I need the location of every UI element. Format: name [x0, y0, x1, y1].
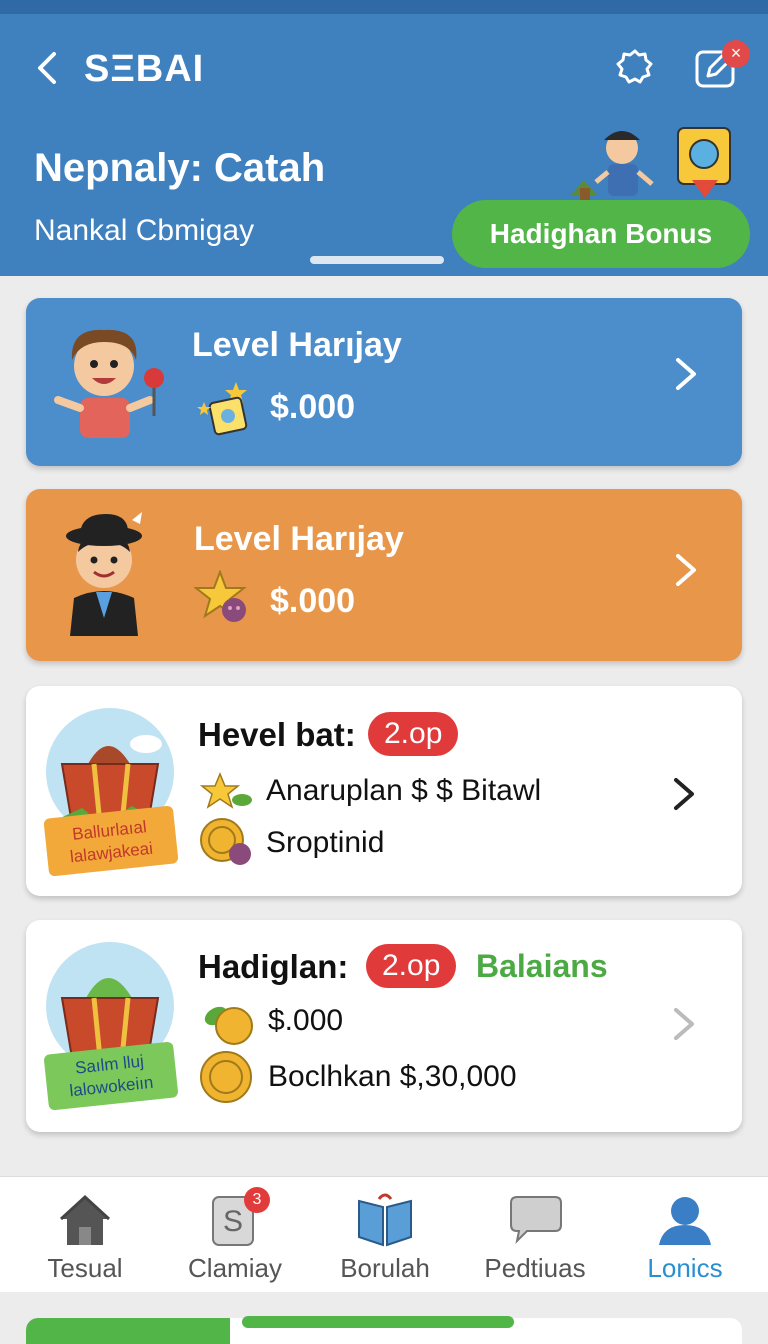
gift-basket-icon: Saılm lluj lalowokeiın [44, 942, 178, 1110]
ticket-icon [197, 382, 248, 436]
app-title: SΞBAI [84, 48, 205, 90]
tab-label: Clamiay [188, 1253, 282, 1283]
profile-icon [659, 1197, 711, 1245]
page-title: Nepnaly: Catah [34, 146, 326, 190]
boy-avatar-icon [54, 329, 164, 438]
chevron-right-icon[interactable] [672, 550, 702, 590]
count-pill: 2.op [366, 944, 457, 988]
tab-label: Tesual [47, 1253, 123, 1283]
carousel-indicator [310, 256, 444, 264]
tab-label: Pedtiuas [484, 1253, 586, 1283]
bottom-tab-bar: Tesual S 3 Clamiay Borulah Pedtiuas Loni… [0, 1176, 768, 1292]
page-subtitle: Nankal Cbmigay [34, 214, 255, 247]
chevron-right-icon[interactable] [670, 1004, 700, 1044]
book-icon [358, 1193, 412, 1247]
tab-badge: 3 [244, 1187, 270, 1213]
reward-line: Sroptinid [266, 826, 385, 859]
tab-borulah[interactable]: Borulah [310, 1177, 460, 1293]
card-title: Level Harıjay [192, 326, 402, 364]
chat-icon [510, 1196, 562, 1245]
chevron-right-icon[interactable] [672, 354, 702, 394]
status-bar [0, 0, 768, 14]
coin-leaf-icon [204, 1006, 253, 1045]
tab-clamiay[interactable]: S 3 Clamiay [160, 1177, 310, 1293]
reward-line: $.000 [268, 1004, 344, 1037]
back-arrow-icon[interactable] [30, 48, 66, 88]
card-title: Level Harıjay [194, 520, 404, 558]
coin-icon [200, 818, 251, 865]
reward-title: Hevel bat: [198, 716, 356, 753]
star-gem-icon [194, 570, 247, 622]
card-amount: $.000 [270, 388, 356, 426]
next-card-peek-accent [26, 1318, 230, 1344]
gear-icon[interactable] [614, 46, 656, 88]
reward-title: Hadiglan: [198, 948, 349, 985]
tab-label: Lonics [647, 1253, 723, 1283]
tab-pedtiuas[interactable]: Pedtiuas [460, 1177, 610, 1293]
reward-line: Anaruplan $ $ Bitawl [266, 774, 542, 807]
coin-icon [200, 1051, 252, 1103]
boy-hat-avatar-icon [66, 512, 142, 636]
balance-label: Balaians [476, 948, 608, 984]
bonus-button[interactable]: Hadighan Bonus [452, 200, 750, 268]
star-leaf-icon [200, 772, 252, 809]
tab-label: Borulah [340, 1253, 430, 1283]
chevron-right-icon[interactable] [670, 774, 700, 814]
home-icon [59, 1194, 111, 1245]
card-amount: $.000 [270, 582, 356, 620]
progress-bar [242, 1316, 514, 1328]
tab-tesual[interactable]: Tesual [10, 1177, 160, 1293]
notification-badge[interactable]: × [722, 40, 750, 68]
header-illustration [570, 127, 731, 202]
tab-lonics[interactable]: Lonics [610, 1177, 760, 1293]
reward-line: Boclhkan $,30,000 [268, 1060, 517, 1093]
gift-basket-icon: Ballurlaıal lalawjakeai [43, 708, 179, 877]
count-pill: 2.op [368, 712, 459, 756]
svg-text:S: S [223, 1205, 243, 1238]
